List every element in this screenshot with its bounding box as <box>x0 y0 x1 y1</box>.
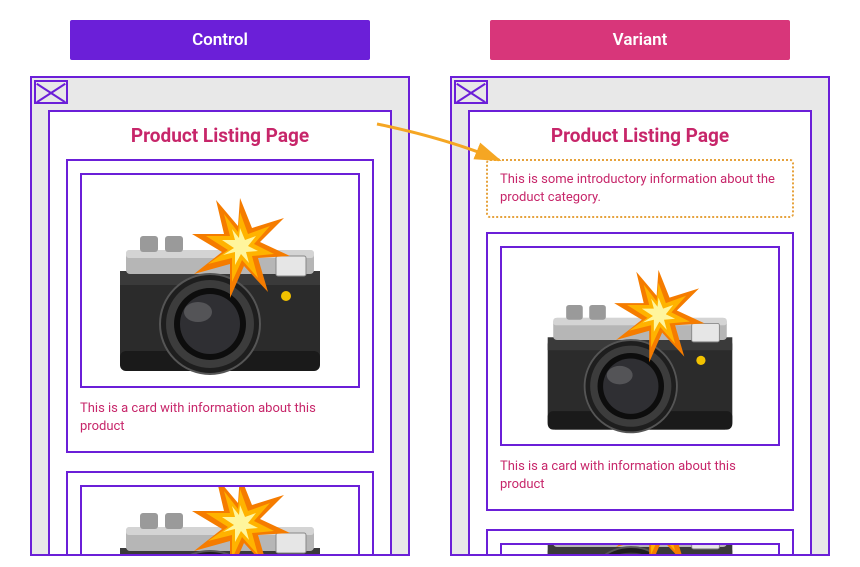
close-icon <box>34 80 68 104</box>
product-image <box>80 485 360 556</box>
product-image <box>500 246 780 446</box>
page-title: Product Listing Page <box>486 124 794 147</box>
camera-flash-icon <box>90 176 350 386</box>
control-column: Control Product Listing Page This is a c… <box>30 20 410 556</box>
camera-flash-icon <box>520 543 760 556</box>
product-card: This is a card with information about th… <box>66 471 374 556</box>
window-titlebar <box>452 80 828 108</box>
camera-flash-icon <box>90 485 350 556</box>
product-card-text: This is a card with information about th… <box>500 458 780 493</box>
product-card: This is a card with information about th… <box>486 529 794 556</box>
product-image <box>80 173 360 388</box>
page-frame: Product Listing Page This is some introd… <box>468 110 812 556</box>
product-card: This is a card with information about th… <box>486 232 794 511</box>
variant-wireframe: Product Listing Page This is some introd… <box>450 76 830 556</box>
page-title: Product Listing Page <box>66 124 374 147</box>
camera-flash-icon <box>520 249 760 444</box>
close-icon <box>454 80 488 104</box>
control-label: Control <box>70 20 370 60</box>
variant-label: Variant <box>490 20 790 60</box>
product-card-text: This is a card with information about th… <box>80 400 360 435</box>
control-wireframe: Product Listing Page This is a card with… <box>30 76 410 556</box>
variant-column: Variant Product Listing Page This is som… <box>450 20 830 556</box>
window-titlebar <box>32 80 408 108</box>
intro-callout: This is some introductory information ab… <box>486 159 794 218</box>
product-image <box>500 543 780 556</box>
product-card: This is a card with information about th… <box>66 159 374 453</box>
page-frame: Product Listing Page This is a card with… <box>48 110 392 556</box>
